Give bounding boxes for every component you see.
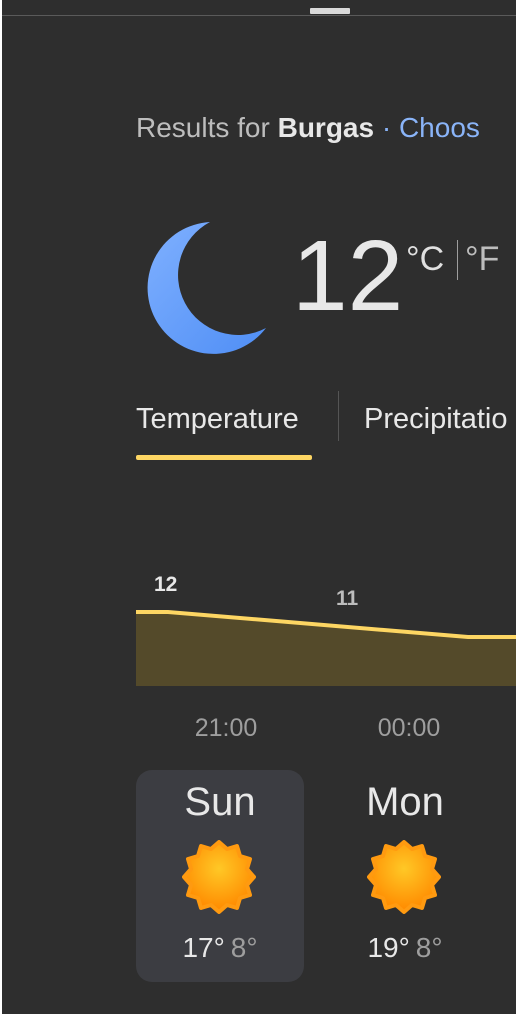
temp-label: 12 <box>154 573 177 596</box>
time-label: 21:00 <box>195 714 258 742</box>
day-temperatures: 19° 8° <box>321 932 489 964</box>
sun-icon <box>182 840 256 914</box>
sun-icon <box>367 840 441 914</box>
time-label: 00:00 <box>378 714 441 742</box>
hourly-temperature-chart: 12 11 21:00 00:00 <box>136 573 516 742</box>
day-name: Mon <box>366 780 444 824</box>
temperature-area <box>136 612 516 686</box>
day-card-mon[interactable]: Mon 19° 8° <box>321 770 489 982</box>
low-temp: 8° <box>415 932 443 963</box>
high-temp: 17° <box>182 932 225 963</box>
day-card-sun[interactable]: Sun 17° 8° <box>136 770 304 982</box>
day-temperatures: 17° 8° <box>136 932 304 964</box>
high-temp: 19° <box>367 932 410 963</box>
low-temp: 8° <box>230 932 258 963</box>
day-name: Sun <box>184 780 256 824</box>
weather-panel: Results for Burgas · Choos 12 °C °F Temp… <box>2 0 516 1014</box>
temp-label: 11 <box>336 587 359 610</box>
